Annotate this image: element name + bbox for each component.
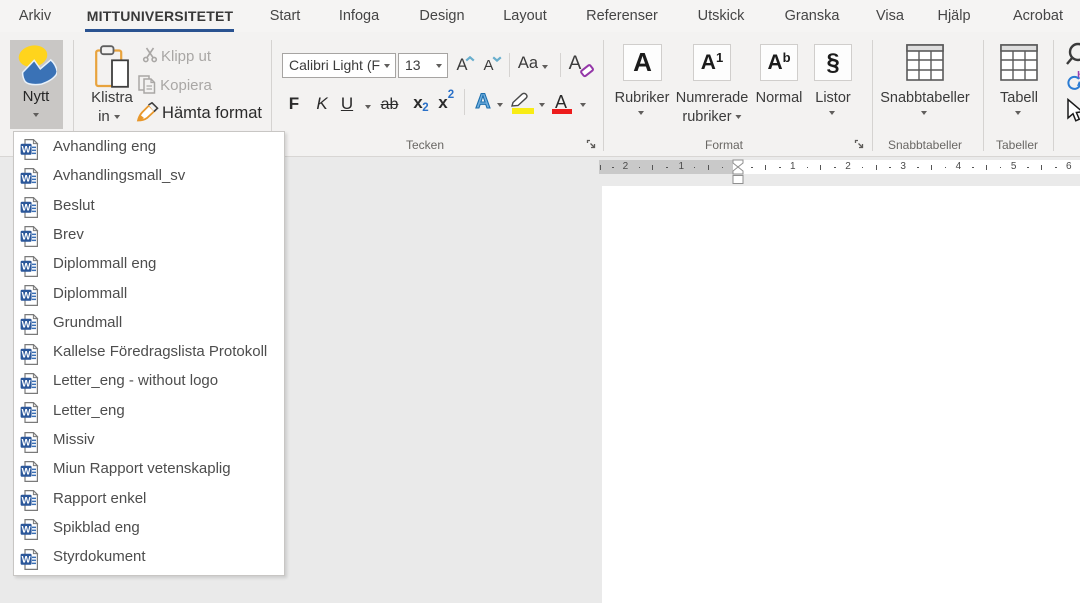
svg-text:W: W: [22, 554, 31, 565]
svg-text:W: W: [22, 408, 31, 419]
svg-text:W: W: [22, 203, 31, 214]
svg-text:W: W: [22, 496, 31, 507]
svg-text:W: W: [22, 466, 31, 477]
svg-text:W: W: [22, 232, 31, 243]
svg-text:W: W: [22, 144, 31, 155]
svg-text:W: W: [22, 525, 31, 536]
svg-text:W: W: [22, 173, 31, 184]
svg-text:W: W: [22, 261, 31, 272]
svg-text:W: W: [22, 320, 31, 331]
svg-text:W: W: [22, 291, 31, 302]
svg-text:W: W: [22, 378, 31, 389]
svg-text:W: W: [22, 437, 31, 448]
svg-text:W: W: [22, 349, 31, 360]
